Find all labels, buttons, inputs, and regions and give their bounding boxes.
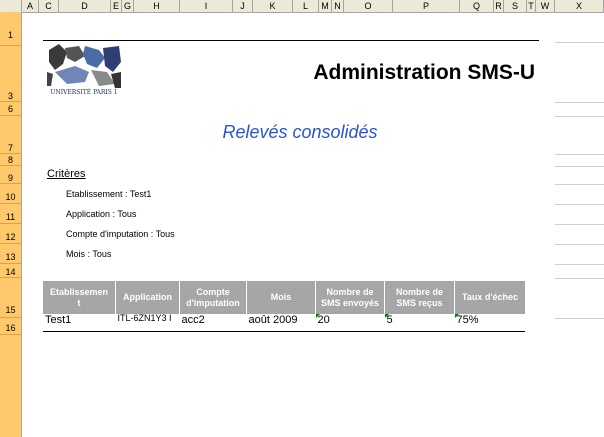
row-header[interactable]: 15 bbox=[0, 278, 21, 318]
column-header[interactable]: M bbox=[319, 0, 332, 12]
column-header[interactable]: D bbox=[59, 0, 111, 12]
column-header[interactable]: E bbox=[111, 0, 122, 12]
gridline bbox=[555, 184, 604, 185]
cell-etablissement[interactable]: Test1 bbox=[43, 314, 116, 332]
cell-application[interactable]: ITL-6ZN1Y3 I bbox=[115, 314, 180, 332]
gridline bbox=[555, 166, 604, 167]
university-logo: UNIVERSITÉ PARIS 1 bbox=[45, 42, 123, 102]
column-header[interactable]: H bbox=[134, 0, 180, 12]
header-taux-echec[interactable]: Taux d'échec bbox=[454, 281, 525, 314]
gridline bbox=[555, 264, 604, 265]
error-indicator-icon bbox=[454, 314, 459, 318]
column-header[interactable]: Q bbox=[460, 0, 494, 12]
header-application[interactable]: Application bbox=[115, 281, 180, 314]
row-header[interactable]: 16 bbox=[0, 318, 21, 335]
gridline bbox=[555, 102, 604, 103]
column-header[interactable]: O bbox=[344, 0, 393, 12]
header-mois[interactable]: Mois bbox=[246, 281, 316, 314]
row-header[interactable]: 11 bbox=[0, 204, 21, 224]
header-sms-recus[interactable]: Nombre de SMS reçus bbox=[384, 281, 455, 314]
row-header[interactable]: 12 bbox=[0, 224, 21, 244]
criteria-etablissement: Etablissement : Test1 bbox=[66, 189, 152, 199]
gridline bbox=[555, 42, 604, 43]
header-compte[interactable]: Compte d'imputation bbox=[179, 281, 247, 314]
svg-text:UNIVERSITÉ PARIS 1: UNIVERSITÉ PARIS 1 bbox=[50, 88, 117, 96]
column-header[interactable]: S bbox=[504, 0, 527, 12]
error-indicator-icon bbox=[315, 314, 320, 318]
column-header[interactable]: N bbox=[332, 0, 344, 12]
row-header-bar: 1 3 6 7 8 9 10 11 12 13 14 15 16 bbox=[0, 12, 22, 437]
report-table: Etablissemen t Application Compte d'imputa… bbox=[43, 281, 525, 332]
row-header[interactable]: 10 bbox=[0, 184, 21, 204]
select-all-corner[interactable] bbox=[0, 0, 22, 12]
row-header[interactable]: 1 bbox=[0, 12, 21, 46]
criteria-application: Application : Tous bbox=[66, 209, 137, 219]
gridline bbox=[555, 318, 604, 319]
gridline bbox=[555, 244, 604, 245]
row-header[interactable]: 7 bbox=[0, 116, 21, 154]
column-header[interactable]: R bbox=[494, 0, 504, 12]
gridline bbox=[555, 116, 604, 117]
table-header-row: Etablissemen t Application Compte d'imputa… bbox=[43, 281, 525, 314]
row-header[interactable]: 3 bbox=[0, 46, 21, 102]
criteria-heading: Critères bbox=[47, 168, 86, 180]
header-etablissement[interactable]: Etablissemen t bbox=[43, 281, 116, 314]
table-row: Test1 ITL-6ZN1Y3 I acc2 août 2009 20 5 7… bbox=[43, 314, 525, 332]
row-header[interactable]: 14 bbox=[0, 264, 21, 278]
row-header[interactable]: 6 bbox=[0, 102, 21, 116]
cell-taux-echec[interactable]: 75% bbox=[454, 314, 525, 332]
gridline bbox=[555, 204, 604, 205]
column-header[interactable]: J bbox=[233, 0, 253, 12]
column-header[interactable]: K bbox=[253, 0, 293, 12]
row-header[interactable]: 8 bbox=[0, 154, 21, 166]
criteria-compte: Compte d'imputation : Tous bbox=[66, 229, 175, 239]
column-header-bar: A C D E G H I J K L M N O P Q R S T W X bbox=[0, 0, 604, 13]
gridline bbox=[555, 224, 604, 225]
cell-mois[interactable]: août 2009 bbox=[246, 314, 316, 332]
error-indicator-icon bbox=[384, 314, 389, 318]
column-header[interactable]: I bbox=[180, 0, 233, 12]
report-subtitle: Relevés consolidés bbox=[222, 122, 378, 142]
column-header[interactable]: C bbox=[39, 0, 59, 12]
column-header[interactable]: L bbox=[293, 0, 319, 12]
column-header[interactable]: W bbox=[536, 0, 555, 12]
column-header[interactable]: X bbox=[555, 0, 604, 12]
header-sms-envoyes[interactable]: Nombre de SMS envoyés bbox=[315, 281, 385, 314]
column-header[interactable]: G bbox=[122, 0, 134, 12]
cell-compte[interactable]: acc2 bbox=[179, 314, 247, 332]
column-header[interactable]: A bbox=[22, 0, 39, 12]
row-header[interactable]: 13 bbox=[0, 244, 21, 264]
criteria-mois: Mois : Tous bbox=[66, 249, 112, 259]
cell-sms-envoyes[interactable]: 20 bbox=[315, 314, 385, 332]
header-rule bbox=[43, 40, 539, 41]
gridline bbox=[555, 154, 604, 155]
page-title: Administration SMS-U bbox=[313, 61, 535, 84]
row-header[interactable]: 9 bbox=[0, 166, 21, 184]
gridline bbox=[555, 278, 604, 279]
column-header[interactable]: P bbox=[393, 0, 460, 12]
cell-sms-recus[interactable]: 5 bbox=[384, 314, 455, 332]
column-header[interactable]: T bbox=[527, 0, 536, 12]
